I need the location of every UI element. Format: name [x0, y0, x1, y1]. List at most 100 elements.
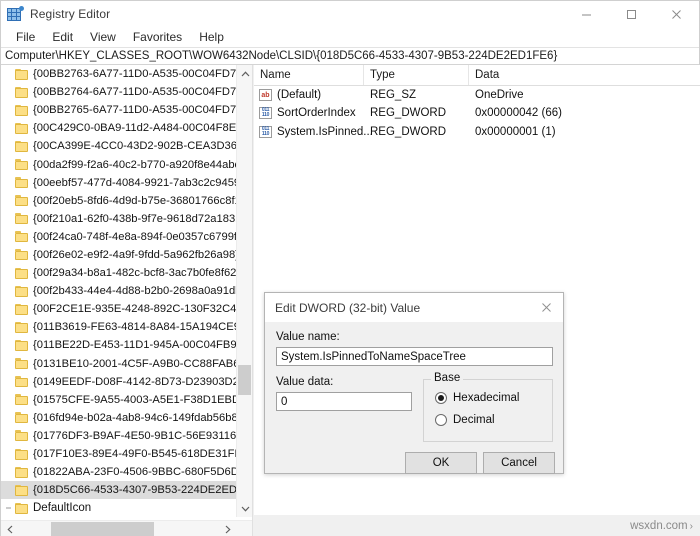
- value-name-cell: ab (Default): [254, 86, 321, 104]
- folder-icon: [15, 104, 28, 116]
- tree-item-label: {00BB2763-6A77-11D0-A535-00C04FD7D062}: [33, 68, 237, 81]
- menu-favorites[interactable]: Favorites: [125, 28, 191, 46]
- tree-item[interactable]: {018D5C66-4533-4307-9B53-224DE2ED1FE6}: [1, 481, 237, 500]
- menu-file[interactable]: File: [8, 28, 44, 46]
- close-button[interactable]: [654, 1, 699, 27]
- tree-item-label: {01575CFE-9A55-4003-A5E1-F38D1EBDCBE1}: [33, 393, 237, 406]
- value-row[interactable]: ab (Default) REG_SZ OneDrive: [254, 86, 700, 104]
- tree-item-label: {00f29a34-b8a1-482c-bcf8-3ac7b0fe8f62}: [33, 267, 237, 280]
- value-row[interactable]: 011 110 SortOrderIndex REG_DWORD 0x00000042 …: [254, 104, 700, 122]
- maximize-button[interactable]: [609, 1, 654, 27]
- tree-item-label: {00BB2765-6A77-11D0-A535-00C04FD7D062}: [33, 104, 237, 117]
- tree-item-label: {00f26e02-e9f2-4a9f-9fdd-5a962fb26a98}: [33, 248, 237, 261]
- menu-help[interactable]: Help: [191, 28, 233, 46]
- cancel-button[interactable]: Cancel: [483, 452, 555, 474]
- radio-hexadecimal-label: Hexadecimal: [453, 392, 520, 404]
- column-header-name[interactable]: Name: [254, 65, 364, 85]
- radio-hexadecimal[interactable]: Hexadecimal: [435, 392, 519, 404]
- watermark-text: wsxdn.com: [630, 520, 688, 532]
- column-header-type[interactable]: Type: [364, 65, 469, 85]
- folder-icon: [15, 231, 28, 243]
- tree-item[interactable]: DefaultIcon: [1, 499, 237, 517]
- tree-item[interactable]: {011BE22D-E453-11D1-945A-00C04FB984F9}: [1, 336, 237, 354]
- edit-dword-dialog: Edit DWORD (32-bit) Value Value name: Sy…: [264, 292, 564, 474]
- tree-item[interactable]: {017F10E3-89E4-49F0-B545-618DE31FD27C}: [1, 445, 237, 463]
- tree-item[interactable]: {00f24ca0-748f-4e8a-894f-0e0357c6799f}: [1, 228, 237, 246]
- values-list[interactable]: ab (Default) REG_SZ OneDrive 011 110 SortOrder…: [254, 86, 700, 141]
- tree-item[interactable]: {00CA399E-4CC0-43D2-902B-CEA3D36DC9E4}: [1, 137, 237, 155]
- tree-horizontal-scrollbar[interactable]: [1, 520, 252, 536]
- tree-item[interactable]: {00eebf57-477d-4084-9921-7ab3c2c9459d}: [1, 174, 237, 192]
- folder-icon: [15, 376, 28, 388]
- folder-icon: [15, 484, 28, 496]
- registry-tree[interactable]: {00BB2763-6A77-11D0-A535-00C04FD7D062} {0…: [1, 65, 237, 517]
- folder-icon: [15, 122, 28, 134]
- folder-icon: [15, 86, 28, 98]
- tree-item[interactable]: {00f210a1-62f0-438b-9f7e-9618d72a1831}: [1, 210, 237, 228]
- folder-icon: [15, 68, 28, 80]
- tree-scroll-thumb[interactable]: [238, 365, 251, 395]
- folder-icon: [15, 358, 28, 370]
- values-column-header: Name Type Data: [254, 65, 700, 86]
- folder-icon: [15, 249, 28, 261]
- radio-decimal[interactable]: Decimal: [435, 414, 495, 426]
- tree-item-label: {00F2CE1E-935E-4248-892C-130F32C45CB4}: [33, 303, 237, 316]
- value-data-label: Value data:: [276, 376, 334, 388]
- tree-item-label: {00f2b433-44e4-4d88-b2b0-2698a0a91dba}: [33, 285, 237, 298]
- tree-item-label: {00f20eb5-8fd6-4d9d-b75e-36801766c8f1}: [33, 194, 237, 207]
- tree-item-label: {00da2f99-f2a6-40c2-b770-a920f8e44abc}: [33, 158, 237, 171]
- menu-view[interactable]: View: [82, 28, 125, 46]
- tree-item[interactable]: {01822ABA-23F0-4506-9BBC-680F5D6D606C}: [1, 463, 237, 481]
- address-bar[interactable]: Computer\HKEY_CLASSES_ROOT\WOW6432Node\C…: [1, 47, 699, 65]
- window-title: Registry Editor: [30, 7, 111, 21]
- tree-item[interactable]: {00f20eb5-8fd6-4d9d-b75e-36801766c8f1}: [1, 192, 237, 210]
- value-type-cell: REG_DWORD: [370, 107, 447, 120]
- menu-edit[interactable]: Edit: [44, 28, 82, 46]
- radio-hexadecimal-indicator: [435, 392, 447, 404]
- value-data-input[interactable]: 0: [276, 392, 412, 411]
- tree-item[interactable]: {00BB2764-6A77-11D0-A535-00C04FD7D062}: [1, 83, 237, 101]
- tree-item[interactable]: {00C429C0-0BA9-11d2-A484-00C04F8EFB69}: [1, 119, 237, 137]
- scroll-down-arrow[interactable]: [237, 500, 252, 517]
- tree-item[interactable]: {016fd94e-b02a-4ab8-94c6-149fdab56b8d}: [1, 409, 237, 427]
- value-row[interactable]: 011 110 System.IsPinned... REG_DWORD 0x00000…: [254, 123, 700, 141]
- tree-item[interactable]: {011B3619-FE63-4814-8A84-15A194CE9CE3}: [1, 318, 237, 336]
- tree-item[interactable]: {00f26e02-e9f2-4a9f-9fdd-5a962fb26a98}: [1, 246, 237, 264]
- tree-item[interactable]: {00F2CE1E-935E-4248-892C-130F32C45CB4}: [1, 300, 237, 318]
- scroll-right-arrow[interactable]: [219, 521, 236, 536]
- tree-item[interactable]: {00f29a34-b8a1-482c-bcf8-3ac7b0fe8f62}: [1, 264, 237, 282]
- tree-item-label: {011B3619-FE63-4814-8A84-15A194CE9CE3}: [33, 321, 237, 334]
- tree-item-label: {0131BE10-2001-4C5F-A9B0-CC88FAB64CE8}: [33, 357, 237, 370]
- column-header-data[interactable]: Data: [469, 65, 700, 85]
- address-path: Computer\HKEY_CLASSES_ROOT\WOW6432Node\C…: [5, 50, 558, 62]
- tree-hscroll-thumb[interactable]: [51, 522, 154, 536]
- tree-vertical-scrollbar[interactable]: [236, 65, 252, 517]
- tree-item[interactable]: {01776DF3-B9AF-4E50-9B1C-56E93116D704}: [1, 427, 237, 445]
- scroll-left-arrow[interactable]: [1, 521, 18, 536]
- tree-item[interactable]: {0149EEDF-D08F-4142-8D73-D23903D21E90}: [1, 373, 237, 391]
- folder-icon: [15, 412, 28, 424]
- expand-toggle-icon[interactable]: [3, 504, 15, 512]
- folder-icon: [15, 466, 28, 478]
- tree-item[interactable]: {00da2f99-f2a6-40c2-b770-a920f8e44abc}: [1, 155, 237, 173]
- tree-item-label: {00CA399E-4CC0-43D2-902B-CEA3D36DC9E4}: [33, 140, 237, 153]
- ok-button[interactable]: OK: [405, 452, 477, 474]
- chevron-right-icon: ›: [689, 520, 693, 532]
- tree-item[interactable]: {00f2b433-44e4-4d88-b2b0-2698a0a91dba}: [1, 282, 237, 300]
- tree-item[interactable]: {00BB2765-6A77-11D0-A535-00C04FD7D062}: [1, 101, 237, 119]
- window-controls: [564, 1, 699, 27]
- main-content: {00BB2763-6A77-11D0-A535-00C04FD7D062} {0…: [1, 65, 700, 536]
- minimize-button[interactable]: [564, 1, 609, 27]
- value-name-input[interactable]: System.IsPinnedToNameSpaceTree: [276, 347, 553, 366]
- tree-item-label: {017F10E3-89E4-49F0-B545-618DE31FD27C}: [33, 448, 237, 461]
- tree-item[interactable]: {0131BE10-2001-4C5F-A9B0-CC88FAB64CE8}: [1, 355, 237, 373]
- folder-icon: [15, 195, 28, 207]
- tree-item[interactable]: {00BB2763-6A77-11D0-A535-00C04FD7D062}: [1, 65, 237, 83]
- folder-icon: [15, 267, 28, 279]
- tree-item-label: {00BB2764-6A77-11D0-A535-00C04FD7D062}: [33, 86, 237, 99]
- dword-value-icon: 011 110: [259, 107, 272, 120]
- dialog-close-button[interactable]: [530, 293, 563, 322]
- value-name-text: System.IsPinned...: [277, 125, 373, 138]
- scroll-up-arrow[interactable]: [237, 65, 252, 82]
- tree-item[interactable]: {01575CFE-9A55-4003-A5E1-F38D1EBDCBE1}: [1, 391, 237, 409]
